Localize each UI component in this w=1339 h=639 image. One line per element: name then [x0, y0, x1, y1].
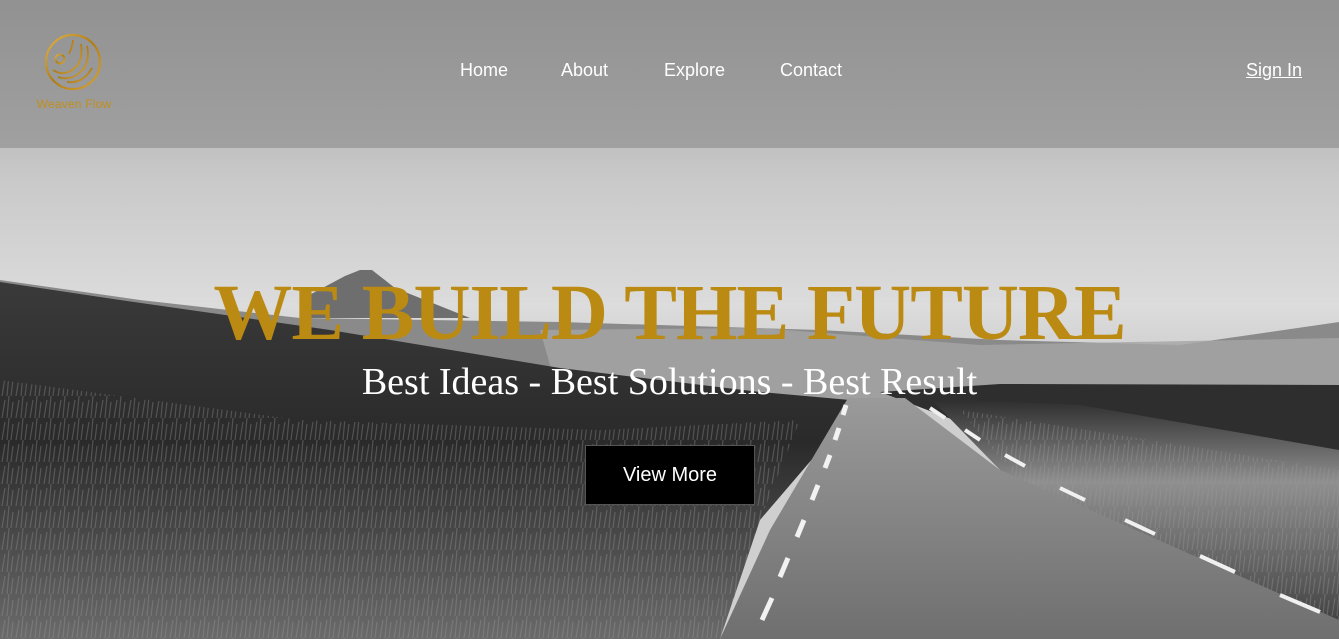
nav-contact-link[interactable]: Contact	[780, 60, 842, 81]
main-nav: Home About Explore Contact	[0, 60, 1339, 86]
nav-home-link[interactable]: Home	[460, 60, 508, 81]
nav-about-link[interactable]: About	[561, 60, 608, 81]
brand-name: Weaven Flow	[36, 97, 112, 111]
site-header: Weaven Flow Home About Explore Contact S…	[0, 0, 1339, 148]
hero-subtitle: Best Ideas - Best Solutions - Best Resul…	[361, 361, 978, 403]
nav-explore-link[interactable]: Explore	[664, 60, 725, 81]
sign-in-link[interactable]: Sign In	[1246, 60, 1302, 81]
hero-title: WE BUILD THE FUTURE	[213, 270, 1126, 357]
view-more-button[interactable]: View More	[585, 445, 755, 505]
